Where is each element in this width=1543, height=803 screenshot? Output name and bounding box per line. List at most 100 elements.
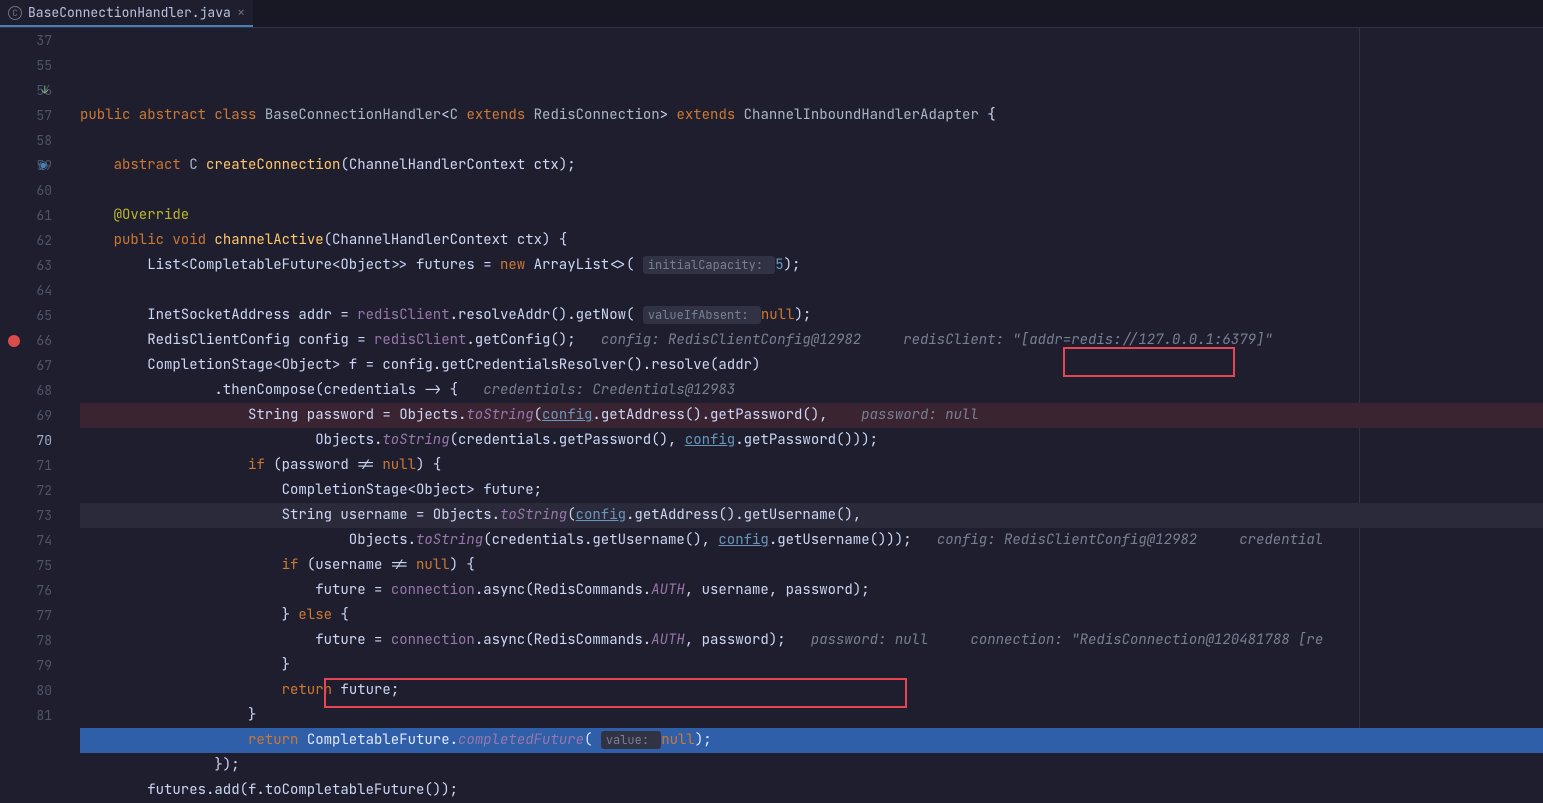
code-line[interactable]: }	[80, 653, 1543, 678]
file-tab[interactable]: C BaseConnectionHandler.java ×	[0, 0, 253, 27]
gutter-line[interactable]: 37	[0, 28, 52, 53]
token: futures.add(f.toCompletableFuture());	[80, 781, 458, 799]
token: createConnection	[206, 156, 340, 174]
token: );	[794, 306, 811, 324]
token: {	[340, 606, 348, 624]
code-line[interactable]: List<CompletableFuture<Object>> futures …	[80, 253, 1543, 278]
token: null	[761, 306, 795, 324]
gutter-line[interactable]: 61	[0, 203, 52, 228]
token: new	[500, 256, 534, 274]
gutter-line[interactable]: 66	[0, 328, 52, 353]
token	[80, 231, 114, 249]
code-area[interactable]: public abstract class BaseConnectionHand…	[76, 28, 1543, 742]
gutter-line[interactable]: 69	[0, 403, 52, 428]
gutter-line[interactable]: 63	[0, 253, 52, 278]
gutter-line[interactable]: 74	[0, 528, 52, 553]
token: Objects.	[80, 431, 382, 449]
code-line[interactable]: futures.add(f.toCompletableFuture());	[80, 778, 1543, 803]
code-line[interactable]: CompletionStage<Object> future;	[80, 478, 1543, 503]
code-line[interactable]: return future;	[80, 678, 1543, 703]
token: RedisConnection	[534, 106, 660, 124]
token: @Override	[114, 206, 190, 224]
code-line[interactable]: public void channelActive(ChannelHandler…	[80, 228, 1543, 253]
token: future =	[80, 581, 391, 599]
code-line[interactable]: InetSocketAddress addr = redisClient.res…	[80, 303, 1543, 328]
gutter-marker-icon[interactable]: ◉	[38, 153, 48, 178]
token: InetSocketAddress addr =	[80, 306, 357, 324]
token: extends	[676, 106, 743, 124]
token: connection	[391, 581, 475, 599]
breakpoint-icon[interactable]	[8, 335, 20, 347]
gutter-line[interactable]: 79	[0, 653, 52, 678]
code-line[interactable]: abstract C createConnection(ChannelHandl…	[80, 153, 1543, 178]
code-line[interactable]: public abstract class BaseConnectionHand…	[80, 103, 1543, 128]
token: List<CompletableFuture<Object>> futures …	[80, 256, 500, 274]
token: public void	[114, 231, 215, 249]
gutter-line[interactable]: 67	[0, 353, 52, 378]
token: BaseConnectionHandler	[265, 106, 441, 124]
token: (	[534, 406, 542, 424]
code-line[interactable]: RedisClientConfig config = redisClient.g…	[80, 328, 1543, 353]
token	[80, 731, 248, 749]
code-line[interactable]: if (password != null) {	[80, 453, 1543, 478]
gutter-line[interactable]: 70	[0, 428, 52, 453]
gutter-line[interactable]: 58	[0, 128, 52, 153]
token: C	[450, 106, 467, 124]
gutter-line[interactable]: 78	[0, 628, 52, 653]
token: future =	[80, 631, 391, 649]
gutter-line[interactable]: 81	[0, 703, 52, 728]
code-line[interactable]	[80, 278, 1543, 303]
code-line[interactable]: Objects.toString(credentials.getUsername…	[80, 528, 1543, 553]
token: });	[80, 756, 240, 774]
gutter-line[interactable]: 55	[0, 53, 52, 78]
code-line[interactable]: return CompletableFuture.completedFuture…	[80, 728, 1543, 753]
code-line[interactable]: String password = Objects.toString(confi…	[80, 403, 1543, 428]
close-icon[interactable]: ×	[237, 4, 245, 22]
code-line[interactable]: @Override	[80, 203, 1543, 228]
code-line[interactable]: } else {	[80, 603, 1543, 628]
code-line[interactable]: future = connection.async(RedisCommands.…	[80, 628, 1543, 653]
code-line[interactable]: }	[80, 703, 1543, 728]
token: Objects.	[80, 531, 416, 549]
gutter-line[interactable]: 64	[0, 278, 52, 303]
token: return	[282, 681, 341, 699]
gutter-line[interactable]: 56↓	[0, 78, 52, 103]
token: ChannelInboundHandlerAdapter	[744, 106, 979, 124]
gutter-line[interactable]: 77	[0, 603, 52, 628]
token: );	[695, 731, 712, 749]
code-line[interactable]	[80, 128, 1543, 153]
token: toString	[500, 506, 567, 524]
gutter-line[interactable]: 72	[0, 478, 52, 503]
token: (credentials.getPassword(),	[450, 431, 685, 449]
code-line[interactable]: if (username != null) {	[80, 553, 1543, 578]
token: (password !=	[273, 456, 382, 474]
gutter-line[interactable]: 76	[0, 578, 52, 603]
token: (ChannelHandlerContext ctx) {	[324, 231, 568, 249]
code-line[interactable]: });	[80, 753, 1543, 778]
gutter-line[interactable]: 60	[0, 178, 52, 203]
code-line[interactable]: String username = Objects.toString(confi…	[80, 503, 1543, 528]
token: (	[567, 506, 575, 524]
gutter-line[interactable]: 71	[0, 453, 52, 478]
code-line[interactable]: .thenCompose(credentials -> { credential…	[80, 378, 1543, 403]
token: <	[441, 106, 449, 124]
gutter-line[interactable]: 80	[0, 678, 52, 703]
token: );	[784, 256, 801, 274]
token: .resolveAddr().getNow(	[450, 306, 643, 324]
token: CompletionStage<Object> f = config.getCr…	[80, 356, 760, 374]
gutter-line[interactable]: 68	[0, 378, 52, 403]
gutter-line[interactable]: 73	[0, 503, 52, 528]
token: String username = Objects.	[80, 506, 500, 524]
gutter-line[interactable]: 57	[0, 103, 52, 128]
code-line[interactable]: CompletionStage<Object> f = config.getCr…	[80, 353, 1543, 378]
code-line[interactable]: Objects.toString(credentials.getPassword…	[80, 428, 1543, 453]
gutter-marker-icon[interactable]: ↓	[41, 78, 48, 103]
token: config: RedisClientConfig@12982 redisCli…	[601, 331, 1273, 349]
gutter-line[interactable]: 65	[0, 303, 52, 328]
gutter-line[interactable]: 62	[0, 228, 52, 253]
code-line[interactable]: future = connection.async(RedisCommands.…	[80, 578, 1543, 603]
code-line[interactable]	[80, 178, 1543, 203]
gutter-line[interactable]: 75	[0, 553, 52, 578]
gutter-line[interactable]: 59◉	[0, 153, 52, 178]
token: toString	[382, 431, 449, 449]
